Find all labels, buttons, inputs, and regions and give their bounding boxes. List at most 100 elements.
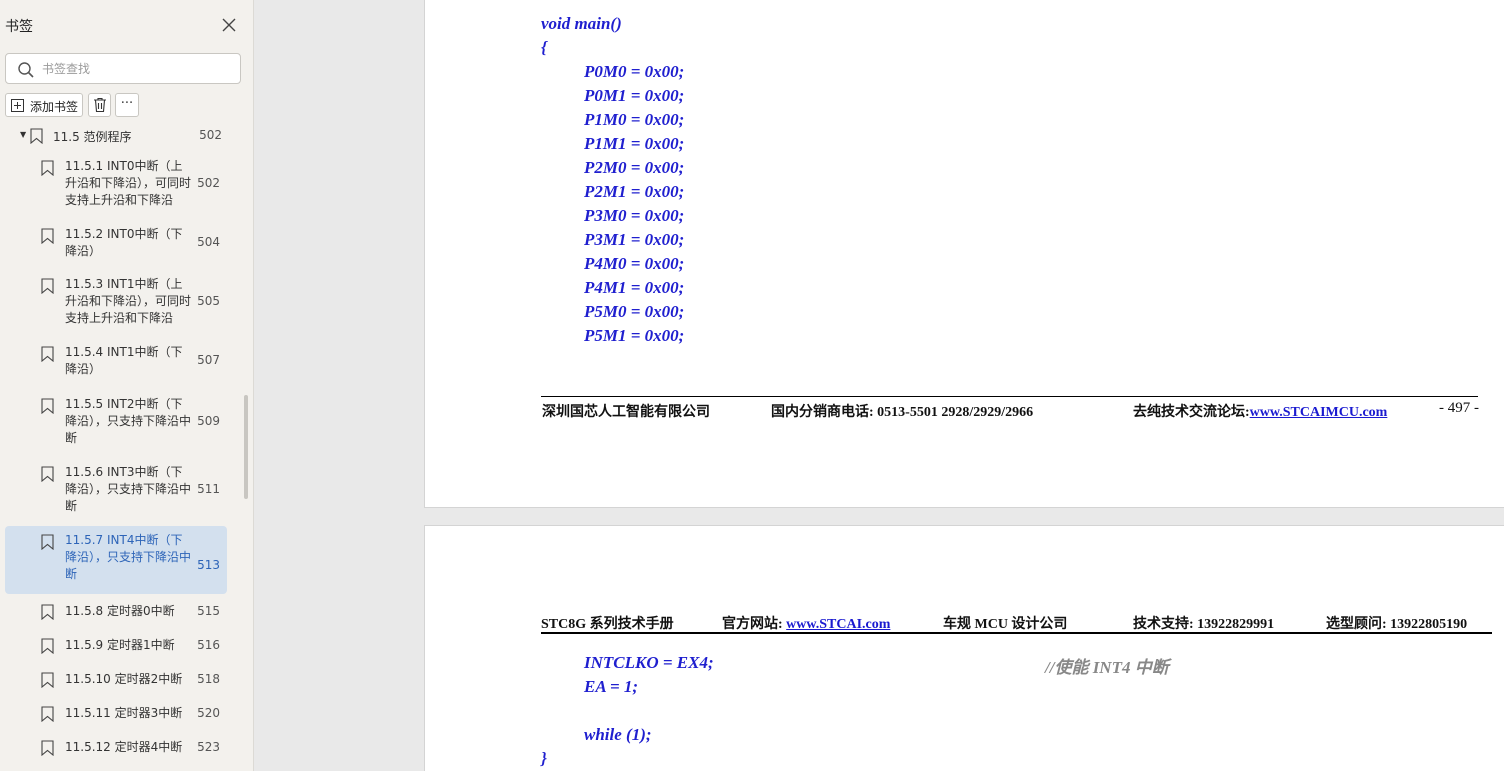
bookmark-item[interactable]: 11.5.6 INT3中断（下降沿），只支持下降沿中断 511 [5,458,227,514]
code-line: P3M1 = 0x00; [584,230,685,249]
bookmark-search-input[interactable] [42,60,232,78]
code-line: { [541,38,547,57]
more-icon: ··· [120,96,134,111]
bookmark-icon [41,740,54,756]
code-line: P2M0 = 0x00; [584,158,685,177]
bookmark-item[interactable]: 11.5.9 定时器1中断 516 [5,633,227,657]
search-icon [18,62,34,78]
bookmark-icon [41,160,54,176]
bookmark-item[interactable]: 11.5.5 INT2中断（下降沿），只支持下降沿中断 509 [5,390,227,446]
footer-rule [541,396,1478,397]
bookmark-label: 11.5.3 INT1中断（上升沿和下降沿），可同时支持上升沿和下降沿 [65,277,192,325]
bookmark-label: 11.5.5 INT2中断（下降沿），只支持下降沿中断 [65,397,192,445]
page-number: - 497 - [1439,400,1479,416]
bookmark-icon [41,638,54,654]
bookmark-item[interactable]: 11.5.3 INT1中断（上升沿和下降沿），可同时支持上升沿和下降沿 505 [5,270,227,326]
more-options-button[interactable]: ··· [115,93,139,117]
bookmark-page: 502 [197,175,220,190]
bookmark-page: 507 [197,353,220,367]
bookmark-page: 504 [197,235,220,249]
bookmark-icon [41,228,54,244]
footer-forum-label: 去纯技术交流论坛: [1133,405,1250,420]
code-line: EA = 1; [584,677,639,696]
bookmark-label: 11.5.10 定时器2中断 [65,672,183,686]
code-line: } [541,749,547,768]
header-advisor: 选型顾问: 13922805190 [1326,617,1468,632]
code-line: INTCLKO = EX4; [584,653,714,672]
footer-forum: 去纯技术交流论坛:www.STCAIMCU.com [1133,401,1387,421]
document-page-498: STC8G 系列技术手册 官方网站: www.STCAI.com 车规 MCU … [424,525,1504,771]
bookmark-icon [41,398,54,414]
code-line: P0M1 = 0x00; [584,86,685,105]
bookmark-item[interactable]: 11.5.10 定时器2中断 518 [5,667,227,691]
bookmark-icon [41,534,54,550]
panel-title: 书签 [5,19,33,35]
bookmark-page: 509 [197,413,220,428]
bookmark-item[interactable]: 11.5.7 INT4中断（下降沿），只支持下降沿中断 513 [5,526,227,594]
bookmark-page: 505 [197,293,220,308]
bookmark-item[interactable]: 11.5.11 定时器3中断 520 [5,701,227,725]
bookmark-panel: 书签 添加书签 ··· ▼ 11.5 范例程序 502 11.5.1 INT0中… [0,0,254,771]
bookmark-label: 11.5.8 定时器0中断 [65,604,175,618]
bookmark-label: 11.5.12 定时器4中断 [65,740,183,754]
code-line: while (1); [584,725,652,744]
bookmark-icon [41,672,54,688]
bookmark-page: 520 [197,706,220,720]
bookmark-page: 516 [197,638,220,652]
bookmark-item[interactable]: 11.5.4 INT1中断（下降沿） 507 [5,338,227,376]
bookmark-label: 11.5.2 INT0中断（下降沿） [65,227,183,258]
bookmark-label: 11.5.6 INT3中断（下降沿），只支持下降沿中断 [65,465,192,513]
add-bookmark-label: 添加书签 [30,100,79,114]
bookmark-icon [41,706,54,722]
footer-phone: 国内分销商电话: 0513-5501 2928/2929/2966 [771,405,1034,420]
bookmark-page: 523 [197,740,220,754]
code-line: void main() [541,14,622,33]
document-page-497: void main() { P0M0 = 0x00; P0M1 = 0x00; P1M0… [424,0,1504,508]
bookmark-icon [41,466,54,482]
bookmark-item[interactable]: 11.5.2 INT0中断（下降沿） 504 [5,220,227,258]
bookmark-item[interactable]: 11.5.12 定时器4中断 523 [5,735,227,759]
code-comment: //使能 INT4 中断 [1045,658,1169,677]
code-line: P3M0 = 0x00; [584,206,685,225]
delete-bookmark-button[interactable] [88,93,111,117]
collapse-caret-icon[interactable]: ▼ [20,130,26,139]
footer-company: 深圳国芯人工智能有限公司 [542,405,710,420]
bookmark-parent-item[interactable]: ▼ 11.5 范例程序 502 [0,128,240,144]
bookmark-page: 515 [197,604,220,618]
bookmark-label: 11.5.7 INT4中断（下降沿），只支持下降沿中断 [65,533,192,581]
bookmark-icon [30,128,43,144]
code-line: P0M0 = 0x00; [584,62,685,81]
bookmark-icon [41,604,54,620]
close-icon[interactable] [219,15,239,35]
header-rule [541,632,1492,634]
bookmark-page: 513 [197,558,220,572]
forum-link[interactable]: www.STCAIMCU.com [1250,405,1388,420]
bookmark-tree: ▼ 11.5 范例程序 502 11.5.1 INT0中断（上升沿和下降沿），可… [0,122,240,771]
code-line: P5M0 = 0x00; [584,302,685,321]
bookmark-label: 11.5.11 定时器3中断 [65,706,183,720]
header-site: 官方网站: www.STCAI.com [722,613,890,633]
bookmark-item[interactable]: 11.5.8 定时器0中断 515 [5,599,227,623]
trash-icon [94,97,106,113]
header-site-label: 官方网站: [722,617,787,632]
sidebar-scrollbar[interactable] [244,395,248,499]
bookmark-icon [41,278,54,294]
code-line: P1M0 = 0x00; [584,110,685,129]
bookmark-page: 518 [197,672,220,686]
code-line: P4M1 = 0x00; [584,278,685,297]
bookmark-label: 11.5.9 定时器1中断 [65,638,175,652]
bookmark-search-box[interactable] [5,53,241,84]
add-bookmark-button[interactable]: 添加书签 [5,93,83,117]
header-slogan: 车规 MCU 设计公司 [943,617,1068,632]
add-bookmark-icon [11,99,24,112]
header-support: 技术支持: 13922829991 [1133,617,1275,632]
bookmark-page: 511 [197,481,220,496]
code-line: P1M1 = 0x00; [584,134,685,153]
site-link[interactable]: www.STCAI.com [786,617,890,632]
header-manual: STC8G 系列技术手册 [541,617,674,632]
bookmark-item[interactable]: 11.5.1 INT0中断（上升沿和下降沿），可同时支持上升沿和下降沿 502 [5,152,227,208]
bookmark-label: 11.5 范例程序 [53,130,132,144]
bookmark-label: 11.5.4 INT1中断（下降沿） [65,345,183,376]
code-line: P4M0 = 0x00; [584,254,685,273]
code-line: P2M1 = 0x00; [584,182,685,201]
